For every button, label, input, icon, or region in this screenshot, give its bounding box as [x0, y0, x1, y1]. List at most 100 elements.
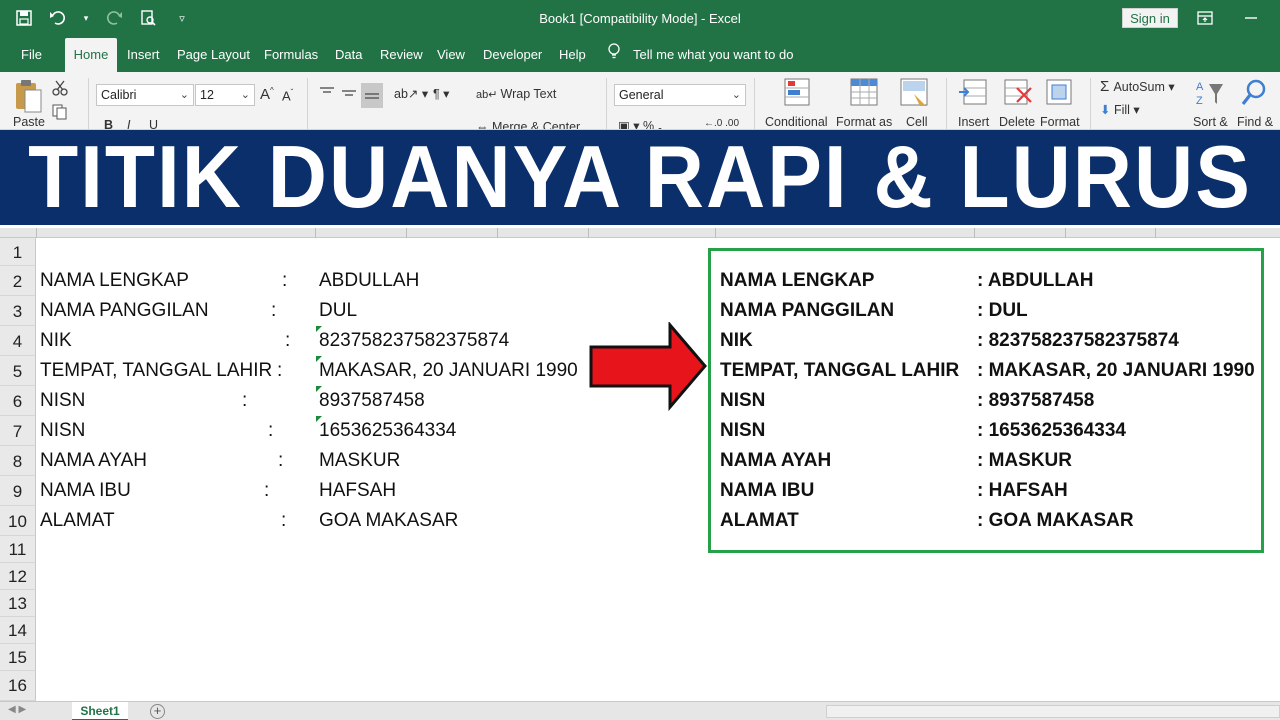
font-name-select[interactable]: Calibri ⌄: [96, 84, 194, 106]
tell-me-search[interactable]: Tell me what you want to do: [607, 38, 793, 72]
tab-view[interactable]: View: [437, 38, 465, 72]
cell-label[interactable]: TEMPAT, TANGGAL LAHIR: [40, 360, 272, 382]
cell-value[interactable]: MAKASAR, 20 JANUARI 1990: [319, 360, 578, 382]
horizontal-scrollbar[interactable]: [826, 705, 1280, 718]
sheet-tab-sheet1[interactable]: Sheet1: [72, 702, 128, 720]
sign-in-button[interactable]: Sign in: [1122, 8, 1178, 28]
result-value[interactable]: : ABDULLAH: [977, 270, 1093, 292]
cell-value[interactable]: ABDULLAH: [319, 270, 419, 292]
copy-icon[interactable]: [52, 104, 68, 125]
result-value[interactable]: : HAFSAH: [977, 480, 1068, 502]
result-label[interactable]: NAMA LENGKAP: [720, 270, 874, 292]
row-header[interactable]: 6: [0, 386, 36, 416]
result-value[interactable]: : 823758237582375874: [977, 330, 1179, 352]
row-header[interactable]: 14: [0, 617, 36, 644]
sort-filter-icon[interactable]: AZ: [1196, 78, 1226, 113]
cell-value[interactable]: MASKUR: [319, 450, 400, 472]
row-header[interactable]: 1: [0, 238, 36, 266]
orientation-icon[interactable]: ab↗ ▾: [394, 86, 428, 101]
row-header[interactable]: 4: [0, 326, 36, 356]
cell-label[interactable]: NISN: [40, 420, 85, 442]
align-middle-icon[interactable]: [341, 86, 357, 105]
row-header[interactable]: 15: [0, 644, 36, 671]
sheet-nav-icon[interactable]: ◀ ▶: [8, 704, 26, 715]
result-value[interactable]: : DUL: [977, 300, 1028, 322]
row-header[interactable]: 9: [0, 476, 36, 506]
cell-label[interactable]: ALAMAT: [40, 510, 115, 532]
row-header[interactable]: 5: [0, 356, 36, 386]
row-header[interactable]: 13: [0, 590, 36, 617]
paragraph-direction-icon[interactable]: ¶ ▾: [433, 86, 449, 101]
result-label[interactable]: TEMPAT, TANGGAL LAHIR: [720, 360, 959, 382]
cell-label[interactable]: NAMA IBU: [40, 480, 131, 502]
row-header[interactable]: 16: [0, 671, 36, 701]
cell-label[interactable]: NIK: [40, 330, 72, 352]
paste-label[interactable]: Paste: [13, 115, 45, 129]
result-value[interactable]: : 8937587458: [977, 390, 1094, 412]
align-bottom-icon[interactable]: [361, 83, 383, 108]
row-header[interactable]: 12: [0, 563, 36, 590]
tab-insert[interactable]: Insert: [127, 38, 160, 72]
result-label[interactable]: ALAMAT: [720, 510, 799, 532]
delete-cells-label[interactable]: Delete: [999, 115, 1035, 129]
autosum-button[interactable]: Σ AutoSum ▾: [1100, 78, 1175, 95]
row-header[interactable]: 10: [0, 506, 36, 536]
result-label[interactable]: NISN: [720, 420, 765, 442]
format-as-table-label[interactable]: Format as: [836, 115, 892, 129]
row-header[interactable]: 2: [0, 266, 36, 296]
sort-filter-label[interactable]: Sort &: [1193, 115, 1228, 129]
tab-formulas[interactable]: Formulas: [264, 38, 318, 72]
wrap-text-button[interactable]: ab↵ Wrap Text: [476, 87, 556, 101]
tab-home[interactable]: Home: [65, 38, 117, 72]
insert-cells-icon[interactable]: [958, 78, 988, 113]
ribbon-display-options-icon[interactable]: [1194, 8, 1216, 28]
row-header[interactable]: 11: [0, 536, 36, 563]
cell-value[interactable]: 1653625364334: [319, 420, 456, 442]
cell-label[interactable]: NAMA AYAH: [40, 450, 147, 472]
cell-styles-label[interactable]: Cell: [906, 115, 928, 129]
cell-label[interactable]: NAMA LENGKAP: [40, 270, 189, 292]
row-header[interactable]: 8: [0, 446, 36, 476]
tab-help[interactable]: Help: [559, 38, 586, 72]
cell-value[interactable]: 823758237582375874: [319, 330, 509, 352]
format-as-table-icon[interactable]: [850, 78, 880, 113]
find-select-label[interactable]: Find &: [1237, 115, 1273, 129]
fill-button[interactable]: ⬇ Fill ▾: [1100, 102, 1140, 117]
cell-label[interactable]: NISN: [40, 390, 85, 412]
row-header[interactable]: 7: [0, 416, 36, 446]
result-label[interactable]: NAMA PANGGILAN: [720, 300, 894, 322]
tab-developer[interactable]: Developer: [483, 38, 542, 72]
result-value[interactable]: : 1653625364334: [977, 420, 1126, 442]
result-label[interactable]: NIK: [720, 330, 753, 352]
add-sheet-icon[interactable]: +: [150, 704, 165, 719]
cell-value[interactable]: HAFSAH: [319, 480, 396, 502]
cut-icon[interactable]: [52, 80, 68, 101]
decrease-font-icon[interactable]: Aˇ: [282, 88, 293, 103]
increase-font-icon[interactable]: A^: [260, 86, 274, 103]
tab-file[interactable]: File: [21, 38, 42, 72]
conditional-formatting-label[interactable]: Conditional: [765, 115, 828, 129]
conditional-formatting-icon[interactable]: [784, 78, 812, 113]
number-format-select[interactable]: General ⌄: [614, 84, 746, 106]
result-value[interactable]: : MASKUR: [977, 450, 1072, 472]
cell-styles-icon[interactable]: [900, 78, 930, 113]
result-label[interactable]: NAMA AYAH: [720, 450, 831, 472]
cell-label[interactable]: NAMA PANGGILAN: [40, 300, 209, 322]
cell-value[interactable]: 8937587458: [319, 390, 425, 412]
cell-value[interactable]: DUL: [319, 300, 357, 322]
result-value[interactable]: : GOA MAKASAR: [977, 510, 1134, 532]
result-label[interactable]: NAMA IBU: [720, 480, 814, 502]
result-value[interactable]: : MAKASAR, 20 JANUARI 1990: [977, 360, 1255, 382]
minimize-icon[interactable]: [1240, 8, 1262, 28]
insert-cells-label[interactable]: Insert: [958, 115, 989, 129]
format-cells-label[interactable]: Format: [1040, 115, 1080, 129]
tab-review[interactable]: Review: [380, 38, 423, 72]
align-top-icon[interactable]: [319, 86, 335, 105]
cell-value[interactable]: GOA MAKASAR: [319, 510, 458, 532]
result-label[interactable]: NISN: [720, 390, 765, 412]
tab-page-layout[interactable]: Page Layout: [177, 38, 250, 72]
row-header[interactable]: 3: [0, 296, 36, 326]
find-select-icon[interactable]: [1240, 78, 1270, 113]
font-size-select[interactable]: 12 ⌄: [195, 84, 255, 106]
tab-data[interactable]: Data: [335, 38, 362, 72]
